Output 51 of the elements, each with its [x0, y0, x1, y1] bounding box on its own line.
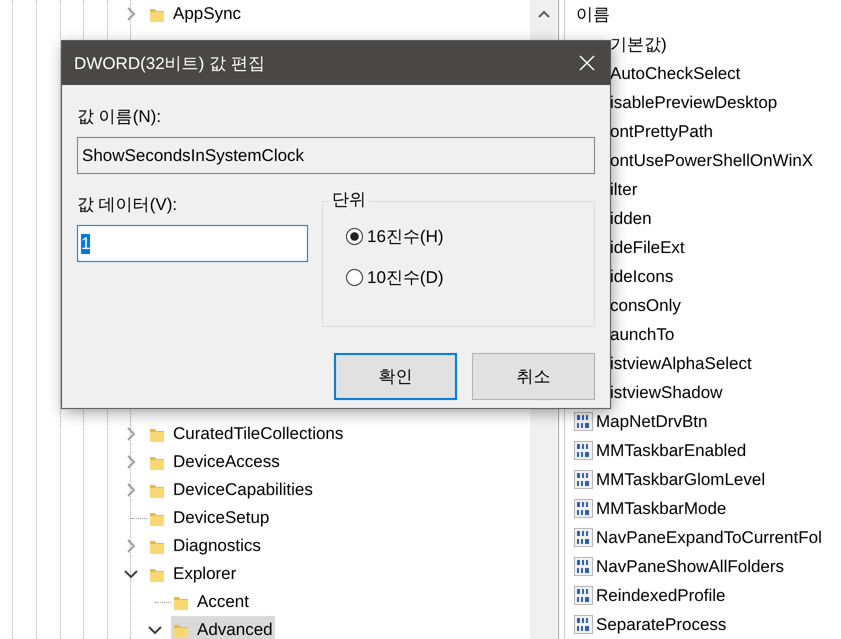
ok-button[interactable]: 확인	[334, 353, 457, 400]
value-name[interactable]: SeparateProcess	[596, 614, 726, 634]
value-name[interactable]: ontUsePowerShellOnWinX	[610, 150, 814, 170]
tree-item[interactable]: Accent	[197, 592, 249, 612]
radio-button[interactable]	[346, 268, 363, 286]
value-name[interactable]: 기본값)	[610, 33, 667, 56]
binary-value-icon	[574, 412, 593, 431]
column-header[interactable]: 이름	[574, 0, 841, 30]
field-label: 값 이름(N):	[77, 106, 162, 127]
binary-value-icon	[574, 528, 593, 547]
value-name[interactable]: idden	[610, 208, 652, 228]
scroll-up-icon	[536, 10, 550, 19]
binary-value-icon	[574, 499, 593, 518]
tree-item[interactable]: Explorer	[173, 564, 236, 584]
radio-label[interactable]: 16진수(H)	[367, 224, 444, 248]
value-name[interactable]: istviewShadow	[610, 382, 722, 402]
tree-item[interactable]: AppSync	[173, 4, 242, 24]
radio-label[interactable]: 10진수(D)	[367, 266, 444, 288]
value-name[interactable]: ideIcons	[610, 266, 674, 286]
tree-item[interactable]: DeviceSetup	[173, 508, 270, 528]
value-name[interactable]: MMTaskbarGlomLevel	[596, 470, 766, 490]
tree-item[interactable]: DeviceAccess	[173, 452, 280, 472]
value-name[interactable]: AutoCheckSelect	[610, 64, 740, 84]
tree-item[interactable]: CuratedTileCollections	[173, 424, 344, 444]
tree-item[interactable]: DeviceCapabilities	[173, 480, 313, 500]
binary-value-icon	[574, 441, 593, 460]
binary-value-icon	[574, 586, 593, 605]
value-name[interactable]: aunchTo	[610, 324, 674, 344]
value-name[interactable]: NavPaneExpandToCurrentFol	[596, 528, 822, 548]
dialog-title: DWORD(32비트) 값 편집	[74, 52, 265, 74]
close-icon[interactable]	[579, 55, 595, 71]
value-name[interactable]: MMTaskbarEnabled	[596, 440, 746, 460]
value-name[interactable]: istviewAlphaSelect	[610, 354, 752, 374]
value-name[interactable]: isablePreviewDesktop	[610, 92, 778, 112]
binary-value-icon	[574, 557, 593, 576]
value-name[interactable]: ilter	[610, 180, 638, 200]
cancel-button[interactable]: 취소	[472, 353, 595, 400]
radio-button[interactable]	[346, 228, 363, 244]
field-label: 값 데이터(V):	[77, 194, 178, 215]
data-field[interactable]: 1	[77, 225, 308, 262]
binary-value-icon	[574, 615, 593, 634]
value-name[interactable]: consOnly	[610, 296, 681, 316]
binary-value-icon	[574, 470, 593, 489]
value-name[interactable]: ideFileExt	[610, 238, 685, 258]
value-name[interactable]: ontPrettyPath	[610, 122, 714, 142]
value-name[interactable]: MMTaskbarMode	[596, 498, 726, 518]
name-field[interactable]: ShowSecondsInSystemClock	[77, 137, 595, 174]
tree-item[interactable]: Diagnostics	[173, 536, 261, 556]
value-name[interactable]: ReindexedProfile	[596, 586, 726, 606]
value-name[interactable]: MapNetDrvBtn	[596, 412, 708, 432]
value-name[interactable]: NavPaneShowAllFolders	[596, 556, 784, 576]
